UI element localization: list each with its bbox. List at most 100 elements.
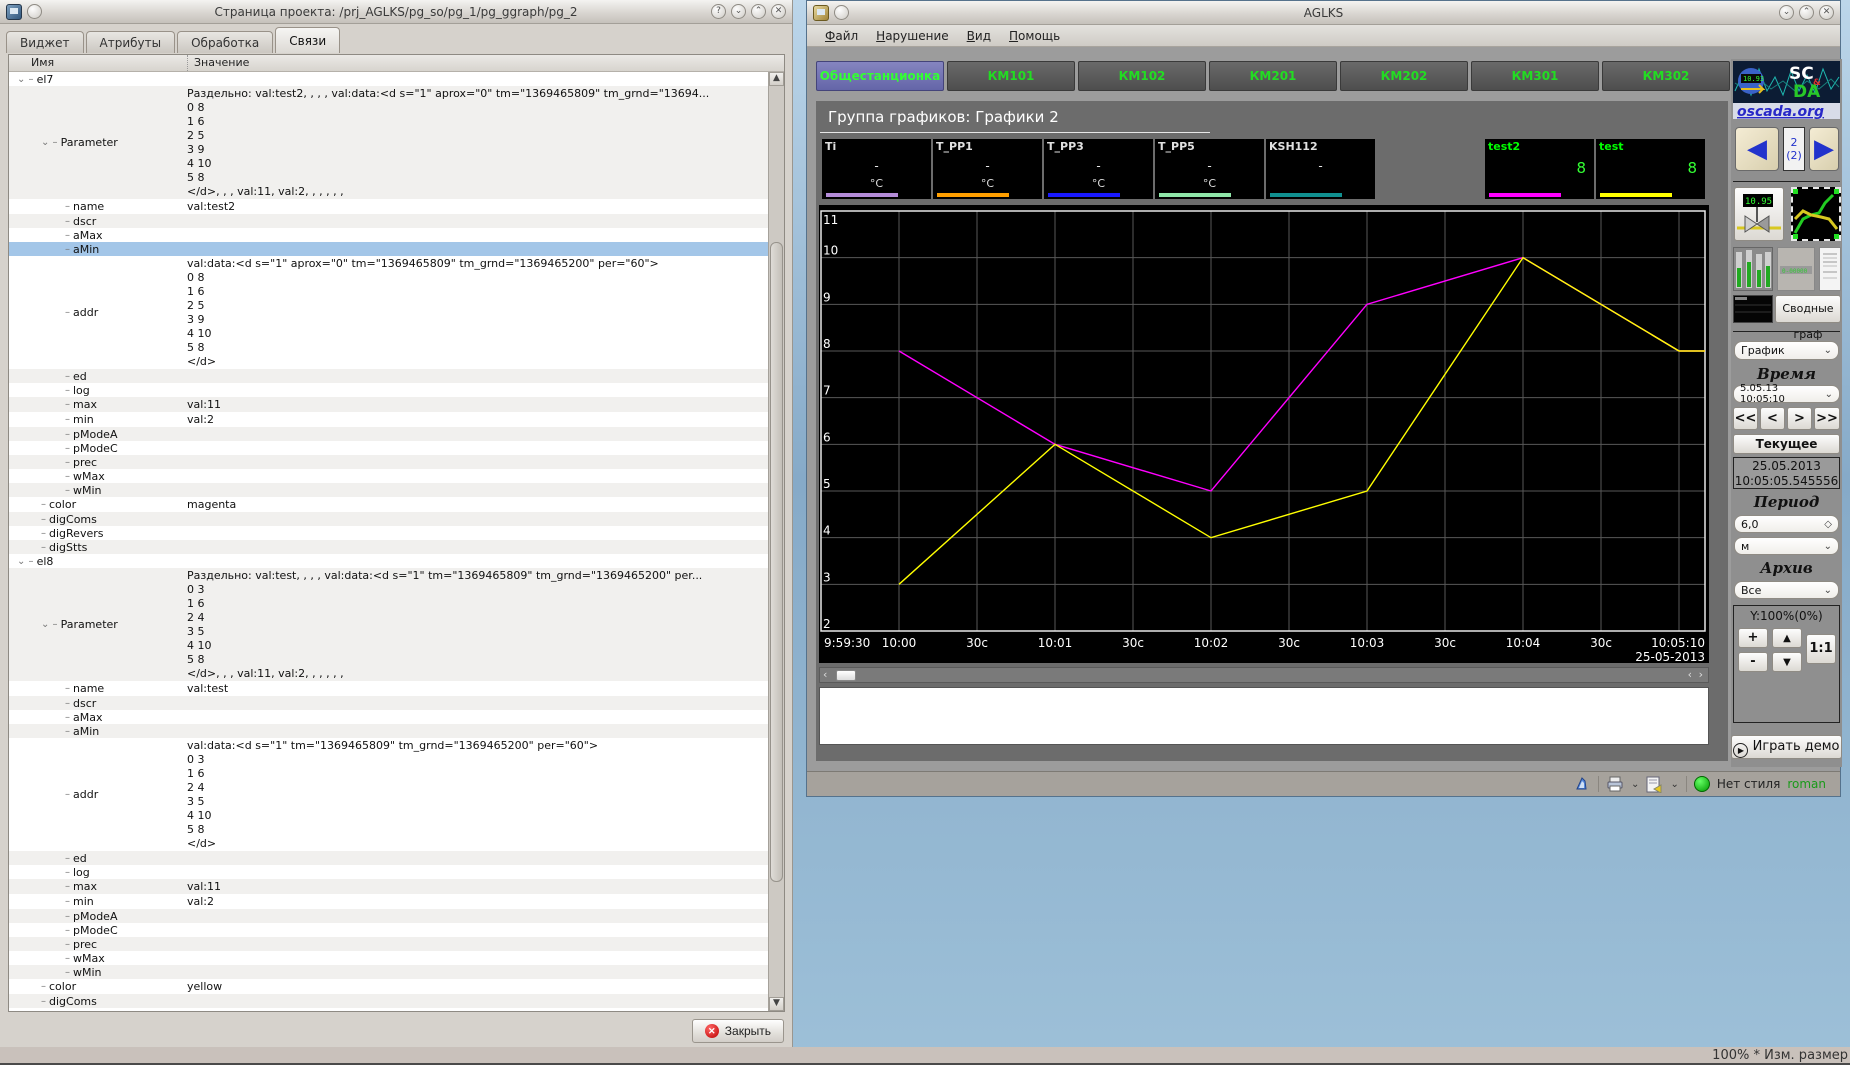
- tab-Виджет[interactable]: Виджет: [6, 31, 84, 53]
- expander-icon[interactable]: ⌄ –: [17, 74, 34, 85]
- maximize-window-button[interactable]: ⌃: [751, 4, 766, 19]
- archive-select[interactable]: Все⌄: [1734, 581, 1839, 599]
- user-name[interactable]: roman: [1787, 777, 1826, 791]
- tree-row-digRevers[interactable]: –digRevers: [9, 526, 768, 540]
- tree-row-max[interactable]: –maxval:11: [9, 397, 768, 412]
- summary-graph-button[interactable]: Сводные граф: [1775, 295, 1841, 323]
- tab-Обработка[interactable]: Обработка: [177, 31, 273, 53]
- scroll-right-icon[interactable]: ›: [1699, 668, 1703, 681]
- tree-row-pModeA[interactable]: –pModeA: [9, 427, 768, 441]
- tree-row-dscr[interactable]: –dscr: [9, 696, 768, 710]
- tree-row-Parameter[interactable]: ⌄ –ParameterРаздельно: val:test, , , , v…: [9, 568, 768, 681]
- print-icon[interactable]: [1606, 776, 1624, 792]
- aglks-minimize-button[interactable]: ⌄: [1779, 5, 1794, 20]
- aglks-close-button[interactable]: ✕: [1819, 5, 1834, 20]
- trend-view-thumbnail-selected[interactable]: [1791, 187, 1841, 241]
- help-window-button[interactable]: ?: [711, 4, 726, 19]
- tree-row-dscr[interactable]: –dscr: [9, 214, 768, 228]
- monitor-test[interactable]: test8: [1596, 139, 1705, 199]
- scroll-left2-icon[interactable]: ‹: [1688, 668, 1692, 681]
- next-page-button[interactable]: ▶: [1809, 127, 1839, 171]
- menu-Нарушение[interactable]: Нарушение: [868, 27, 957, 45]
- zoom-in-button[interactable]: +: [1738, 628, 1768, 648]
- column-value[interactable]: Значение: [187, 55, 784, 71]
- tree-header[interactable]: Имя Значение: [9, 55, 784, 72]
- one-to-one-button[interactable]: 1:1: [1806, 634, 1836, 664]
- monitor-T_PP1[interactable]: T_PP1-°C: [933, 139, 1042, 199]
- text-view-thumbnail[interactable]: 0-00000: [1777, 247, 1815, 291]
- tree-row-ed[interactable]: –ed: [9, 851, 768, 865]
- shift-down-button[interactable]: ▼: [1772, 652, 1802, 672]
- tree-row-name[interactable]: –nameval:test: [9, 681, 768, 696]
- prev-page-button[interactable]: ◀: [1735, 127, 1779, 171]
- export-chevron-icon[interactable]: ⌄: [1670, 779, 1678, 790]
- zoom-out-button[interactable]: -: [1738, 652, 1768, 672]
- tree-row-color[interactable]: –coloryellow: [9, 979, 768, 994]
- tree-vertical-scrollbar[interactable]: ▲ ▼: [768, 72, 784, 1011]
- shift-up-button[interactable]: ▲: [1772, 628, 1802, 648]
- step-far-back-button[interactable]: <<: [1733, 407, 1758, 430]
- tree-row-color[interactable]: –colormagenta: [9, 497, 768, 512]
- tree-row-aMin[interactable]: –aMin: [9, 724, 768, 738]
- period-unit-select[interactable]: м⌄: [1734, 537, 1839, 555]
- menu-Вид[interactable]: Вид: [959, 27, 999, 45]
- period-spinner[interactable]: 6,0◇: [1734, 515, 1839, 533]
- tree-row-log[interactable]: –log: [9, 865, 768, 879]
- summary-thumbnail[interactable]: [1733, 295, 1773, 323]
- close-window-button[interactable]: ✕: [771, 4, 786, 19]
- monitor-Ti[interactable]: Ti-°C: [822, 139, 931, 199]
- time-combo[interactable]: 5.05.13 10:05:10⌄: [1733, 385, 1840, 403]
- tree-row-min[interactable]: –minval:2: [9, 894, 768, 909]
- tree-row-pModeA[interactable]: –pModeA: [9, 909, 768, 923]
- aglks-maximize-button[interactable]: ⌃: [1799, 5, 1814, 20]
- pointer-hand-icon[interactable]: [1573, 775, 1591, 793]
- station-tab-КМ101[interactable]: КМ101: [947, 61, 1075, 91]
- station-tab-КМ102[interactable]: КМ102: [1078, 61, 1206, 91]
- tree-row-addr[interactable]: –addrval:data:<d s="1" aprox="0" tm="136…: [9, 256, 768, 369]
- left-titlebar[interactable]: Страница проекта: /prj_AGLKS/pg_so/pg_1/…: [0, 0, 792, 24]
- tree-row-aMax[interactable]: –aMax: [9, 710, 768, 724]
- tree-row-prec[interactable]: –prec: [9, 455, 768, 469]
- scroll-left-icon[interactable]: ‹: [823, 668, 827, 681]
- tree-row-wMax[interactable]: –wMax: [9, 469, 768, 483]
- tree-row-name[interactable]: –nameval:test2: [9, 199, 768, 214]
- monitor-T_PP3[interactable]: T_PP3-°C: [1044, 139, 1153, 199]
- tree-row-aMax[interactable]: –aMax: [9, 228, 768, 242]
- trend-chart[interactable]: 2345678910119:59:3010:0030с10:0130с10:02…: [819, 205, 1709, 663]
- tree-row-prec[interactable]: –prec: [9, 937, 768, 951]
- tree-row-wMin[interactable]: –wMin: [9, 965, 768, 979]
- valve-view-thumbnail[interactable]: 10.95: [1734, 187, 1784, 241]
- tree-row-Parameter[interactable]: ⌄ –ParameterРаздельно: val:test2, , , , …: [9, 86, 768, 199]
- document-thumbnail[interactable]: [1819, 247, 1841, 291]
- column-name[interactable]: Имя: [9, 55, 187, 71]
- scroll-up-icon[interactable]: ▲: [769, 72, 784, 86]
- station-tab-КМ202[interactable]: КМ202: [1340, 61, 1468, 91]
- view-select[interactable]: График⌄: [1734, 341, 1839, 360]
- tree-row-digStts[interactable]: –digStts: [9, 540, 768, 554]
- tree-row-pModeC[interactable]: –pModeC: [9, 923, 768, 937]
- scrollbar-thumb[interactable]: [770, 242, 783, 882]
- tab-Атрибуты[interactable]: Атрибуты: [86, 31, 176, 53]
- export-icon[interactable]: [1646, 776, 1663, 793]
- gauges-thumbnail[interactable]: [1733, 247, 1773, 291]
- expander-icon[interactable]: ⌄ –: [17, 556, 34, 567]
- station-tab-КМ302[interactable]: КМ302: [1602, 61, 1730, 91]
- monitor-T_PP5[interactable]: T_PP5-°C: [1155, 139, 1264, 199]
- menu-Помощь[interactable]: Помощь: [1001, 27, 1068, 45]
- monitor-KSH112[interactable]: KSH112-: [1266, 139, 1375, 199]
- message-area[interactable]: [819, 687, 1709, 745]
- tab-Связи[interactable]: Связи: [275, 27, 340, 53]
- current-time-button[interactable]: Текущее время: [1733, 434, 1840, 454]
- expander-icon[interactable]: ⌄ –: [41, 137, 58, 148]
- tree-row-pModeC[interactable]: –pModeC: [9, 441, 768, 455]
- hscroll-thumb[interactable]: [836, 670, 856, 681]
- menu-Файл[interactable]: Файл: [817, 27, 866, 45]
- tree-row-max[interactable]: –maxval:11: [9, 879, 768, 894]
- tree-row-wMin[interactable]: –wMin: [9, 483, 768, 497]
- oscada-logo[interactable]: 10.93 SC & DA oscada.org: [1733, 61, 1840, 119]
- minimize-window-button[interactable]: ⌄: [731, 4, 746, 19]
- tree-row-addr[interactable]: –addrval:data:<d s="1" tm="1369465809" t…: [9, 738, 768, 851]
- tree-row-digComs[interactable]: –digComs: [9, 994, 768, 1008]
- tree-row-el8[interactable]: ⌄ –el8: [9, 554, 768, 568]
- close-button[interactable]: ✕ Закрыть: [692, 1019, 784, 1043]
